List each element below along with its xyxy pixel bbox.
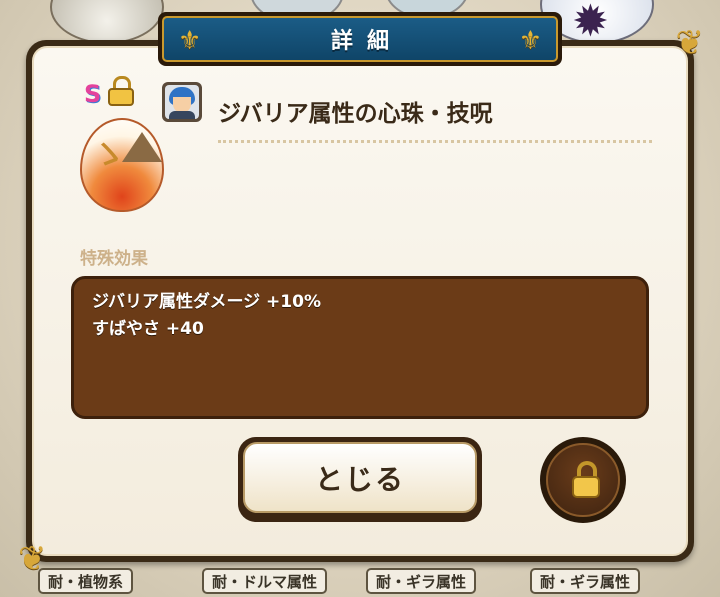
fleur-de-lis-icon: ⚜ (518, 26, 542, 56)
rank-badge: S (84, 80, 102, 108)
dialog-title-banner: ⚜ 詳細 ⚜ (158, 12, 562, 66)
background-gem-4-icon: ✹ (572, 0, 609, 47)
character-portrait-icon (162, 82, 202, 122)
close-button-label: とじる (314, 462, 405, 496)
background-tag: 耐・ギラ属性 (530, 568, 641, 594)
effect-line: ジバリア属性ダメージ +10% (92, 292, 321, 312)
background-gem-1 (50, 0, 164, 44)
divider (218, 140, 652, 143)
effects-box: ジバリア属性ダメージ +10% すばやさ +40 (71, 276, 649, 419)
lock-icon (572, 461, 600, 499)
corner-ornament-icon: ❦ (675, 23, 705, 63)
close-button[interactable]: とじる (238, 437, 482, 522)
background-tag: 耐・ドルマ属性 (202, 568, 328, 594)
background-tag: 耐・植物系 (38, 568, 134, 594)
effect-line: すばやさ +40 (92, 319, 204, 339)
lock-button[interactable] (540, 437, 626, 523)
dialog-title: 詳細 (330, 29, 403, 54)
background-tag: 耐・ギラ属性 (366, 568, 477, 594)
item-name: ジバリア属性の心珠・技呪 (218, 101, 493, 127)
lock-status-icon (108, 76, 134, 106)
effects-label: 特殊効果 (80, 249, 148, 269)
fleur-de-lis-icon: ⚜ (178, 26, 202, 56)
